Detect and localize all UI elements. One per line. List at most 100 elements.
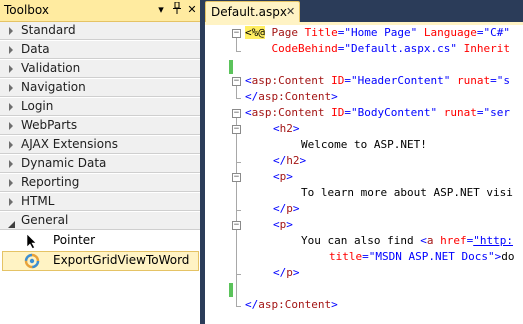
toolbox-category-navigation[interactable]: Navigation [0, 79, 200, 97]
code-token: CodeBehind [271, 42, 338, 55]
code-token: < [245, 74, 252, 87]
dropdown-icon[interactable]: ▾ [154, 2, 168, 18]
change-marker [229, 283, 233, 297]
fold-guide [236, 86, 237, 98]
directive-marker: <%@ [245, 26, 265, 39]
code-token: > [286, 218, 293, 231]
toolbox-category-data[interactable]: Data [0, 41, 200, 59]
category-label: Reporting [21, 175, 80, 189]
code-token: = [490, 74, 497, 87]
code-token: > [286, 170, 293, 183]
pin-icon[interactable] [170, 1, 184, 18]
close-icon[interactable]: ✕ [185, 2, 199, 18]
code-token: < [245, 106, 252, 119]
toolbox-category-ajax-extensions[interactable]: AJAX Extensions [0, 136, 200, 154]
collapse-toggle-icon[interactable]: − [232, 109, 241, 118]
close-icon[interactable]: ✕ [286, 5, 295, 18]
fold-guide-end [236, 98, 241, 99]
code-token: To learn more about ASP.NET visi [301, 186, 513, 199]
code-token: > [292, 266, 300, 279]
toolbox-category-validation[interactable]: Validation [0, 60, 200, 78]
code-token: </ [245, 298, 259, 311]
code-token: "BodyContent" [350, 106, 438, 119]
collapse-toggle-icon[interactable]: − [232, 77, 241, 86]
collapse-toggle-icon[interactable]: − [232, 173, 241, 182]
code-text[interactable]: <%@ Page Title="Home Page" Language="C#"… [245, 25, 523, 324]
code-link[interactable]: "http: [473, 234, 513, 247]
code-token: < [273, 218, 280, 231]
toolbox-category-dynamic-data[interactable]: Dynamic Data [0, 155, 200, 173]
tab-default-aspx[interactable]: Default.aspx ✕ [205, 1, 300, 23]
collapse-toggle-icon[interactable]: − [232, 125, 241, 134]
code-token: "Default.aspx.cs" [344, 42, 457, 55]
toolbox-category-webparts[interactable]: WebParts [0, 117, 200, 135]
code-token: "s [496, 74, 510, 87]
code-token: > [331, 298, 338, 311]
code-token: do [501, 250, 515, 263]
category-label: Dynamic Data [21, 156, 107, 170]
collapse-toggle-icon[interactable]: − [232, 29, 241, 38]
toolbox-header: Toolbox ▾ ✕ [0, 0, 200, 22]
fold-guide [236, 38, 237, 51]
code-token: p [286, 266, 293, 279]
toolbox-category-standard[interactable]: Standard [0, 22, 200, 40]
category-label: Data [21, 42, 50, 56]
expand-arrow-icon [9, 84, 13, 92]
code-line: <p> [273, 169, 293, 185]
code-token: title [329, 250, 363, 263]
toolbox-panel: Toolbox ▾ ✕ Standard Data Validation Nav… [0, 0, 200, 324]
code-token: asp:Content [258, 90, 332, 103]
toolbox-list: Standard Data Validation Navigation Logi… [0, 22, 200, 324]
code-line: <asp:Content ID="HeaderContent" runat="s [245, 73, 510, 89]
code-line: <%@ Page Title="Home Page" Language="C#" [245, 25, 510, 41]
code-line: Welcome to ASP.NET! [301, 137, 427, 153]
code-token: h2 [286, 154, 300, 167]
code-token: < [273, 122, 280, 135]
code-token: > [292, 202, 300, 215]
category-label: WebParts [21, 118, 78, 132]
code-token: ID [331, 106, 345, 119]
code-token: href [440, 234, 467, 247]
code-line: You can also find <a href="http: [301, 233, 513, 249]
code-line: </p> [273, 265, 300, 281]
code-token: Title [304, 26, 338, 39]
code-token: < [273, 170, 280, 183]
code-token: runat [456, 74, 491, 87]
category-label: Login [21, 99, 54, 113]
collapse-toggle-icon[interactable]: − [232, 221, 241, 230]
expand-arrow-icon [9, 141, 13, 149]
toolbox-category-login[interactable]: Login [0, 98, 200, 116]
code-token: "Home Page" [344, 26, 418, 39]
code-token: h2 [279, 122, 293, 135]
tab-label: Default.aspx [211, 5, 287, 19]
pin-glyph-icon [173, 1, 181, 14]
fold-guide-end [236, 274, 241, 275]
code-token: > [331, 90, 338, 103]
expand-arrow-icon [9, 65, 13, 73]
code-token: "C#" [483, 26, 510, 39]
toolbox-item-pointer[interactable]: Pointer [0, 231, 200, 251]
code-token: </ [273, 154, 287, 167]
code-token: = [362, 250, 369, 263]
toolbox-category-html[interactable]: HTML [0, 193, 200, 211]
code-line: </h2> [273, 153, 306, 169]
change-marker [229, 60, 233, 74]
code-line: CodeBehind="Default.aspx.cs" Inherit [245, 41, 510, 57]
code-token: </ [245, 90, 259, 103]
expand-arrow-icon [9, 103, 13, 111]
code-token: = [344, 106, 351, 119]
toolbox-item-label: ExportGridViewToWord [53, 253, 190, 267]
category-label: AJAX Extensions [21, 137, 118, 151]
editor-margin: − − − − − − [205, 25, 242, 324]
code-token: ID [331, 74, 345, 87]
code-token: Inherit [463, 42, 510, 55]
toolbox-category-reporting[interactable]: Reporting [0, 174, 200, 192]
code-token: > [292, 122, 300, 135]
code-token: </ [273, 202, 287, 215]
toolbox-category-general[interactable]: General [0, 212, 200, 230]
code-editor[interactable]: − − − − − − <%@ Page Title="Home Page" L… [205, 25, 523, 324]
toolbox-item-exportgridviewtoword[interactable]: ExportGridViewToWord [2, 251, 199, 271]
